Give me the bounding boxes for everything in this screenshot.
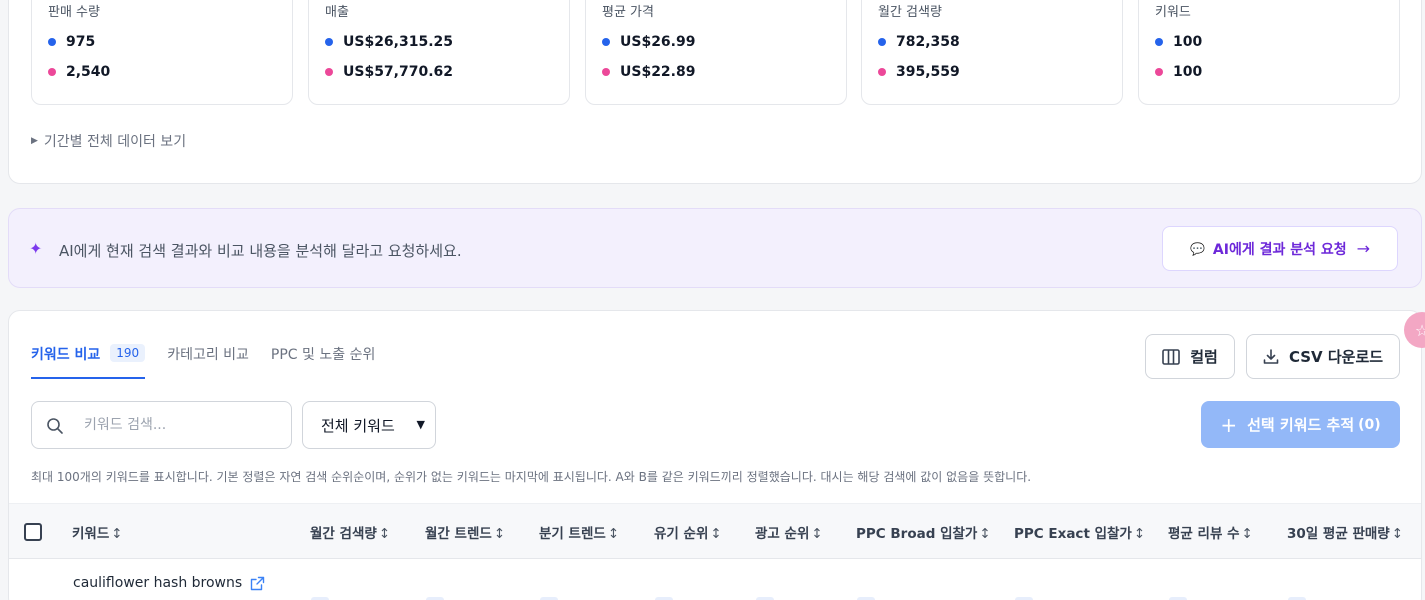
expand-label: 기간별 전체 데이터 보기 — [43, 134, 187, 150]
metric-value-b: US$57,770.62 — [325, 64, 453, 80]
sort-icon: ↕ — [607, 526, 620, 542]
series-b-dot — [325, 68, 333, 76]
summary-card: 판매 수량 975 2,540 매출 US$26,315.25 US$57,77… — [8, 0, 1422, 184]
tab-keyword-comparison[interactable]: 키워드 비교 190 — [31, 341, 146, 379]
filter-value: 전체 키워드 — [321, 416, 395, 435]
caret-right-icon: ▶ — [31, 136, 38, 146]
metric-value-a: 975 — [48, 34, 95, 50]
sort-icon: ↕ — [1133, 526, 1146, 542]
column-header-ppc-broad[interactable]: PPC Broad 입찰가 ↕ — [856, 522, 991, 542]
ai-analysis-banner: ✦ AI에게 현재 검색 결과와 비교 내용을 분석해 달라고 요청하세요. 💬… — [8, 208, 1422, 288]
metric-value-b: 2,540 — [48, 64, 110, 80]
keyword-search-field — [31, 401, 292, 449]
columns-button[interactable]: 컬럼 — [1145, 334, 1235, 379]
sort-icon: ↕ — [493, 526, 506, 542]
ai-analysis-button[interactable]: 💬 AI에게 결과 분석 요청 → — [1162, 226, 1398, 271]
metric-revenue: 매출 US$26,315.25 US$57,770.62 — [308, 0, 570, 105]
series-a-dot — [1155, 38, 1163, 46]
sort-icon: ↕ — [1241, 526, 1253, 542]
metric-title: 매출 — [325, 5, 349, 20]
download-icon — [1263, 348, 1279, 364]
series-b-dot — [1155, 68, 1163, 76]
arrow-right-icon: → — [1356, 239, 1371, 258]
column-header-keyword[interactable]: 키워드 ↕ — [72, 522, 123, 542]
column-header-ad-rank[interactable]: 광고 순위 ↕ — [755, 522, 823, 542]
table-header: 키워드 ↕ 월간 검색량 ↕ 월간 트렌드 ↕ 분기 트렌드 ↕ 유기 순위 ↕ 광고 순… — [9, 503, 1421, 559]
column-header-quarter-trend[interactable]: 분기 트렌드 ↕ — [539, 522, 619, 542]
series-b-dot — [878, 68, 886, 76]
expand-period-data-toggle[interactable]: ▶ 기간별 전체 데이터 보기 — [31, 131, 186, 151]
plus-icon: + — [1220, 412, 1238, 437]
table-hint-text: 최대 100개의 키워드를 표시합니다. 기본 정렬은 자연 검색 순위순이며,… — [31, 470, 1032, 484]
metric-average-price: 평균 가격 US$26.99 US$22.89 — [585, 0, 847, 105]
select-all-checkbox[interactable] — [24, 523, 42, 541]
external-link-icon[interactable] — [250, 576, 265, 591]
sort-icon: ↕ — [979, 526, 991, 542]
metric-value-a: US$26,315.25 — [325, 34, 453, 50]
keyword-filter-select[interactable]: 전체 키워드 ▼ — [302, 401, 436, 449]
columns-label: 컬럼 — [1190, 348, 1218, 366]
series-a-dot — [878, 38, 886, 46]
metric-monthly-search: 월간 검색량 782,358 395,559 — [861, 0, 1123, 105]
series-b-dot — [48, 68, 56, 76]
csv-download-button[interactable]: CSV 다운로드 — [1246, 334, 1400, 379]
metric-value-b: US$22.89 — [602, 64, 695, 80]
series-a-dot — [48, 38, 56, 46]
track-selected-keywords-button[interactable]: + 선택 키워드 추적 (0) — [1201, 401, 1400, 448]
column-header-ppc-exact[interactable]: PPC Exact 입찰가 ↕ — [1014, 522, 1145, 542]
series-a-dot — [325, 38, 333, 46]
column-header-monthly-trend[interactable]: 월간 트렌드 ↕ — [425, 522, 505, 542]
metric-value-a: 782,358 — [878, 34, 960, 50]
metric-keywords: 키워드 100 100 — [1138, 0, 1400, 105]
search-icon — [47, 418, 63, 434]
track-count: (0) — [1358, 416, 1381, 433]
column-header-monthly-search[interactable]: 월간 검색량 ↕ — [310, 522, 390, 542]
metric-value-b: 100 — [1155, 64, 1202, 80]
tab-ppc-rank[interactable]: PPC 및 노출 순위 — [271, 341, 375, 379]
series-b-dot — [602, 68, 610, 76]
metric-value-b: 395,559 — [878, 64, 960, 80]
metric-value-a: US$26.99 — [602, 34, 695, 50]
chat-bubble-icon: 💬 — [1189, 241, 1205, 256]
metric-units-sold: 판매 수량 975 2,540 — [31, 0, 293, 105]
track-label: 선택 키워드 추적 — [1247, 416, 1355, 434]
sort-icon: ↕ — [811, 526, 823, 542]
metric-title: 판매 수량 — [48, 5, 100, 20]
csv-label: CSV 다운로드 — [1288, 348, 1384, 366]
columns-icon — [1162, 348, 1180, 365]
column-header-30day-sales[interactable]: 30일 평균 판매량 ↕ — [1287, 522, 1403, 542]
metric-title: 월간 검색량 — [878, 5, 942, 20]
keyword-text: cauliflower hash browns — [73, 575, 243, 591]
star-icon: ☆ — [1414, 320, 1425, 340]
sort-icon: ↕ — [710, 526, 722, 542]
metric-title: 키워드 — [1155, 5, 1191, 20]
chevron-down-icon: ▼ — [416, 418, 425, 431]
keyword-search-input[interactable] — [84, 414, 274, 436]
tab-bar: 키워드 비교 190 카테고리 비교 PPC 및 노출 순위 — [31, 341, 397, 379]
sparkle-icon: ✦ — [29, 239, 43, 258]
metric-value-a: 100 — [1155, 34, 1202, 50]
ai-button-label: AI에게 결과 분석 요청 — [1212, 241, 1347, 258]
tab-category-comparison[interactable]: 카테고리 비교 — [167, 341, 249, 379]
sort-icon: ↕ — [378, 526, 391, 542]
metric-title: 평균 가격 — [602, 5, 654, 20]
tab-count-badge: 190 — [110, 344, 146, 362]
sort-icon: ↕ — [111, 526, 123, 542]
keyword-cell: cauliflower hash browns — [73, 575, 265, 591]
sort-icon: ↕ — [1391, 526, 1404, 542]
column-header-organic-rank[interactable]: 유기 순위 ↕ — [654, 522, 722, 542]
ai-banner-text: AI에게 현재 검색 결과와 비교 내용을 분석해 달라고 요청하세요. — [59, 242, 462, 260]
column-header-avg-reviews[interactable]: 평균 리뷰 수 ↕ — [1168, 522, 1253, 542]
keyword-comparison-panel: 키워드 비교 190 카테고리 비교 PPC 및 노출 순위 컬럼 CSV 다운로… — [8, 310, 1422, 600]
series-a-dot — [602, 38, 610, 46]
